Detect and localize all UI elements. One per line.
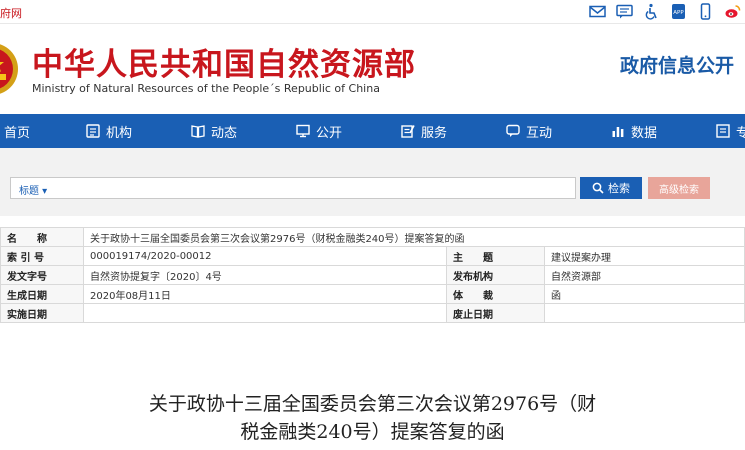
table-row: 实施日期 废止日期 [0, 303, 745, 323]
main-nav: 首页 机构 动态 公开 服务 互动 数据 专 [0, 114, 745, 148]
weibo-icon[interactable] [724, 3, 741, 20]
nav-item-label: 专 [736, 125, 745, 141]
index-label: 索 引 号 [0, 246, 84, 266]
screen-icon [296, 124, 310, 138]
genre-label: 体 裁 [446, 284, 545, 304]
date-value: 2020年08月11日 [83, 284, 447, 304]
nav-item-label: 首页 [4, 125, 31, 141]
site-title-en: Ministry of Natural Resources of the Peo… [32, 82, 380, 95]
app-icon[interactable]: APP [670, 3, 687, 20]
gov-site-link[interactable]: 府网 [0, 5, 22, 21]
nav-item-label: 互动 [526, 125, 553, 141]
top-utility-bar: 府网 APP [0, 0, 745, 24]
nav-item-interact[interactable]: 互动 [506, 114, 552, 148]
site-title-cn[interactable]: 中华人民共和国自然资源部 [32, 39, 416, 84]
search-area: 标题 ▾ 检索 高级检索 [0, 148, 745, 216]
site-header: 中华人民共和国自然资源部 Ministry of Natural Resourc… [0, 24, 745, 112]
index-value: 000019174/2020-00012 [83, 246, 447, 266]
expiry-date-label: 废止日期 [446, 303, 545, 323]
nav-item-label: 机构 [106, 125, 133, 141]
nav-item-news[interactable]: 动态 [191, 114, 237, 148]
expiry-date-value [544, 303, 745, 323]
subject-label: 主 题 [446, 246, 545, 266]
implementation-date-value [83, 303, 447, 323]
name-value: 关于政协十三届全国委员会第三次会议第2976号（财税金融类240号）提案答复的函 [83, 227, 745, 247]
issuer-value: 自然资源部 [544, 265, 745, 285]
topic-icon [716, 124, 730, 138]
svg-text:APP: APP [673, 10, 684, 16]
national-emblem-icon [0, 34, 18, 104]
nav-item-data[interactable]: 数据 [611, 114, 657, 148]
search-button[interactable]: 检索 [580, 177, 642, 199]
mail-icon[interactable] [589, 3, 606, 20]
tool-icons: APP [589, 3, 741, 20]
org-icon [86, 124, 100, 138]
date-label: 生成日期 [0, 284, 84, 304]
section-title: 政府信息公开 [620, 55, 735, 77]
nav-item-service[interactable]: 服务 [401, 114, 447, 148]
service-icon [401, 125, 415, 138]
nav-item-topic[interactable]: 专 [716, 114, 745, 148]
genre-value: 函 [544, 284, 745, 304]
doc-number-value: 自然资协提复字〔2020〕4号 [83, 265, 447, 285]
table-row: 发文字号 自然资协提复字〔2020〕4号 发布机构 自然资源部 [0, 265, 745, 285]
issuer-label: 发布机构 [446, 265, 545, 285]
document-metadata-table: 名 称 关于政协十三届全国委员会第三次会议第2976号（财税金融类240号）提案… [0, 227, 745, 323]
chat-icon [506, 124, 520, 137]
nav-item-label: 公开 [316, 125, 343, 141]
nav-item-label: 服务 [421, 125, 448, 141]
nav-item-home[interactable]: 首页 [4, 114, 30, 148]
advanced-search-button[interactable]: 高级检索 [648, 177, 710, 199]
message-icon[interactable] [616, 3, 633, 20]
news-icon [191, 125, 205, 138]
search-input[interactable]: 标题 ▾ [10, 177, 576, 199]
table-row: 生成日期 2020年08月11日 体 裁 函 [0, 284, 745, 304]
document-title-line-2: 税金融类240号）提案答复的函 [240, 421, 505, 443]
mobile-icon[interactable] [697, 3, 714, 20]
nav-item-label: 动态 [211, 125, 238, 141]
document-title-line-1: 关于政协十三届全国委员会第三次会议第2976号（财 [148, 393, 597, 415]
table-row: 索 引 号 000019174/2020-00012 主 题 建议提案办理 [0, 246, 745, 266]
table-row: 名 称 关于政协十三届全国委员会第三次会议第2976号（财税金融类240号）提案… [0, 227, 745, 247]
implementation-date-label: 实施日期 [0, 303, 84, 323]
doc-number-label: 发文字号 [0, 265, 84, 285]
name-label: 名 称 [0, 227, 84, 247]
search-button-label: 检索 [608, 182, 630, 195]
accessibility-icon[interactable] [643, 3, 660, 20]
search-icon [592, 182, 604, 194]
document-title: 关于政协十三届全国委员会第三次会议第2976号（财 税金融类240号）提案答复的… [0, 390, 745, 446]
nav-item-label: 数据 [631, 125, 658, 141]
nav-item-org[interactable]: 机构 [86, 114, 132, 148]
nav-item-open[interactable]: 公开 [296, 114, 342, 148]
data-icon [612, 127, 624, 137]
search-type-select[interactable]: 标题 ▾ [19, 182, 47, 197]
subject-value: 建议提案办理 [544, 246, 745, 266]
